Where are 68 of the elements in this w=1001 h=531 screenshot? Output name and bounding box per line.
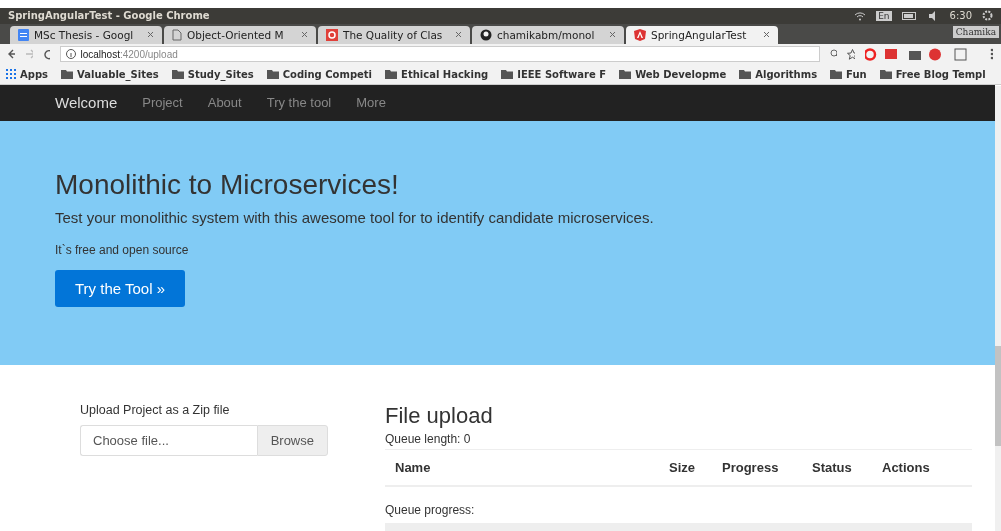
battery-icon (901, 11, 918, 20)
section-title: File upload (385, 403, 494, 429)
column-header: Progress (722, 460, 780, 475)
browser-tab[interactable]: SpringAngularTest (626, 25, 778, 44)
forward-icon (25, 49, 33, 60)
queue-length: Queue length: 0 (385, 432, 472, 446)
column-header: Size (669, 460, 696, 475)
upload-label: Upload Project as a Zip file (80, 403, 231, 417)
browser-tab[interactable]: Object-Oriented M (164, 25, 316, 44)
info-icon (66, 49, 77, 60)
browse-button[interactable]: Browse (256, 425, 328, 456)
folder-icon (266, 69, 279, 79)
bookmark[interactable]: Ethical Hacking (385, 68, 489, 80)
bookmark[interactable]: Apps (6, 68, 48, 80)
bookmark[interactable]: Fun (830, 68, 867, 80)
hero-note: It`s free and open source (55, 242, 190, 257)
browser-tab[interactable]: MSc Thesis - Googl (10, 25, 162, 44)
queue-progress-label: Queue progress: (385, 503, 476, 517)
close-icon (763, 31, 770, 39)
close-icon (301, 31, 308, 39)
page-icon (172, 28, 182, 41)
bookmark[interactable]: IEEE Software F (501, 68, 607, 80)
close-icon (455, 31, 462, 39)
apps-icon (6, 69, 16, 80)
try-tool-button[interactable]: Try the Tool » (55, 269, 186, 307)
folder-icon (61, 69, 73, 79)
folder-icon (879, 69, 892, 79)
folder-icon (739, 69, 752, 79)
column-header: Name (395, 460, 432, 475)
nav-link[interactable]: More (356, 95, 386, 111)
user-button[interactable]: Chamika (952, 25, 999, 38)
clock[interactable]: 6:30 (949, 10, 972, 22)
nav-link[interactable]: Try the tool (266, 95, 332, 111)
bookmark[interactable]: Study_Sites (171, 68, 254, 80)
bookmark[interactable]: Web Developme (619, 68, 727, 80)
bookmark[interactable]: Algorithms (739, 68, 818, 80)
bookmark[interactable]: Valuable_Sites (61, 68, 159, 80)
folder-icon (171, 69, 184, 79)
back-icon (8, 49, 16, 60)
close-icon (147, 31, 154, 39)
document-icon (18, 28, 29, 41)
wifi-icon (854, 10, 867, 21)
reload-icon (42, 48, 51, 60)
star-icon (847, 48, 855, 60)
keyboard-layout-indicator[interactable]: En (876, 10, 892, 21)
nav-link[interactable]: About (207, 95, 242, 111)
window-title: SpringAngularTest - Google Chrome (8, 10, 210, 22)
menu-icon (990, 48, 993, 61)
folder-icon (830, 69, 843, 79)
file-input-field[interactable]: Choose file... (80, 425, 257, 456)
url-text: localhost:4200/upload (80, 48, 178, 60)
shield-icon (634, 28, 646, 41)
browser-tab[interactable]: The Quality of Clas (318, 25, 470, 44)
address-bar[interactable]: localhost:4200/upload (60, 46, 821, 63)
close-icon (609, 31, 616, 39)
scrollbar[interactable] (995, 86, 1001, 531)
nav-link[interactable]: Project (142, 95, 183, 111)
browser-tab[interactable]: chamikabm/monol (472, 25, 624, 44)
bookmark[interactable]: Coding Competi (266, 68, 373, 80)
column-header: Status (812, 460, 853, 475)
hero-title: Monolithic to Microservices! (55, 168, 400, 201)
bookmark[interactable]: Free Blog Templ (879, 68, 986, 80)
folder-icon (619, 69, 632, 79)
column-header: Actions (882, 460, 931, 475)
hero-lead: Test your monolithic system with this awesome tool for to identify candidate microservices. (55, 208, 655, 226)
folder-icon (385, 69, 398, 79)
navbar-brand[interactable]: Welcome (55, 94, 118, 112)
folder-icon (501, 69, 514, 79)
